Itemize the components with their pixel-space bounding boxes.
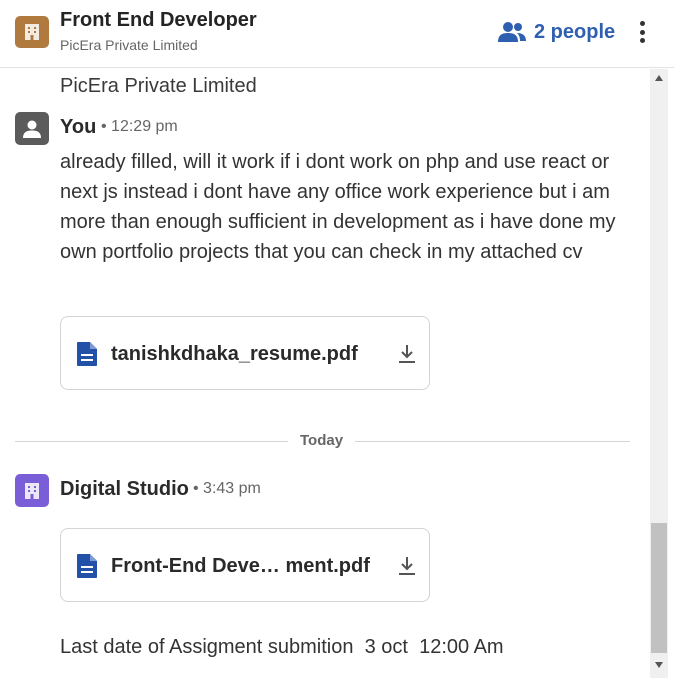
attachment-card[interactable]: Front-End Deve… ment.pdf	[60, 528, 430, 602]
message-time: • 3:43 pm	[193, 480, 261, 497]
conversation-header: Front End Developer PicEra Private Limit…	[0, 0, 674, 68]
scroll-up-arrow-icon[interactable]	[655, 75, 663, 81]
scroll-down-arrow-icon[interactable]	[655, 662, 663, 668]
message-sender: You	[60, 116, 97, 138]
message-text: already filled, will it work if i dont w…	[60, 151, 616, 263]
message-thread[interactable]: PicEra Private Limited You • 12:29 pm al…	[0, 69, 650, 678]
attachment-filename: Front-End Deve… ment.pdf	[111, 555, 370, 577]
scrollbar-thumb[interactable]	[651, 523, 667, 653]
participants-button[interactable]: 2 people	[498, 19, 615, 45]
message-time: • 12:29 pm	[101, 118, 178, 135]
job-title: Front End Developer	[60, 9, 257, 31]
kebab-menu-icon[interactable]	[632, 18, 652, 46]
attachment-filename: tanishkdhaka_resume.pdf	[111, 343, 358, 365]
vertical-scrollbar[interactable]	[650, 69, 668, 678]
company-logo	[15, 16, 49, 48]
download-icon[interactable]	[397, 555, 417, 577]
message-sender: Digital Studio	[60, 478, 189, 500]
building-icon	[25, 482, 39, 499]
people-icon	[498, 22, 526, 42]
person-icon	[23, 120, 41, 138]
attachment-card[interactable]: tanishkdhaka_resume.pdf	[60, 316, 430, 390]
company-avatar	[15, 474, 49, 507]
message-text: Last date of Assigment submition 3 oct 1…	[60, 636, 504, 658]
participants-count: 2 people	[534, 20, 616, 43]
date-divider-label: Today	[288, 432, 356, 449]
document-icon	[77, 554, 97, 578]
company-name: PicEra Private Limited	[60, 37, 198, 53]
download-icon[interactable]	[397, 343, 417, 365]
document-icon	[77, 342, 97, 366]
building-icon	[25, 24, 39, 40]
user-avatar	[15, 112, 49, 145]
previous-message-text: PicEra Private Limited	[60, 75, 257, 97]
